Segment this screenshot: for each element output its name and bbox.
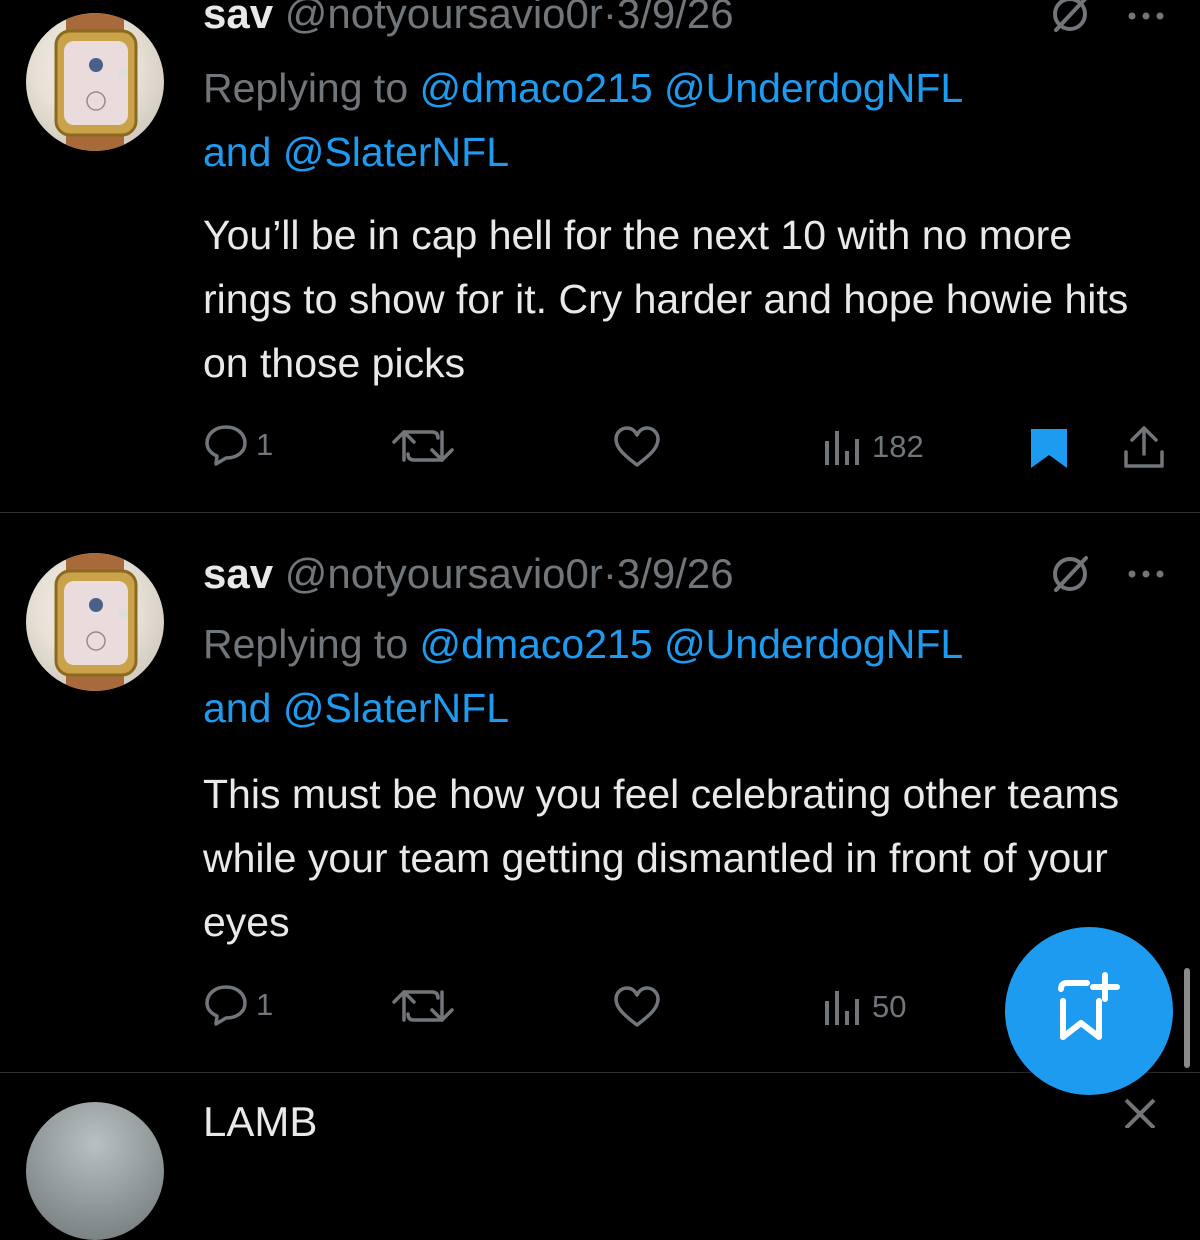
user-handle[interactable]: @notyoursavio0r [285, 550, 603, 597]
repost-icon [392, 430, 454, 462]
like-icon [614, 986, 660, 1027]
display-name[interactable]: LAMB [203, 1098, 317, 1146]
views-icon [825, 991, 859, 1025]
display-name[interactable]: sav [203, 550, 273, 597]
views-icon [825, 431, 859, 465]
tweet-header: sav @notyoursavio0r·3/9/26 [203, 0, 734, 36]
mention-link[interactable]: @SlaterNFL [283, 685, 509, 731]
more-icon[interactable] [1118, 1098, 1162, 1128]
repost-button[interactable] [388, 986, 466, 1026]
separator-dot: · [602, 0, 617, 37]
separator-dot: · [602, 550, 617, 597]
replying-to-label: Replying to [203, 621, 409, 667]
like-button[interactable] [612, 985, 670, 1029]
views-count: 182 [872, 429, 924, 464]
repost-button[interactable] [388, 426, 466, 466]
views-button[interactable]: 50 [822, 987, 906, 1027]
reply-icon [205, 985, 247, 1026]
and-label: and [203, 129, 272, 175]
and-label: and [203, 685, 272, 731]
user-handle[interactable]: @notyoursavio0r [285, 0, 603, 37]
views-button[interactable]: 182 [822, 427, 924, 467]
scrollbar[interactable] [1184, 968, 1190, 1068]
reply-count: 1 [256, 427, 274, 462]
views-count: 50 [872, 989, 907, 1024]
reply-button[interactable]: 1 [204, 424, 273, 466]
grok-icon[interactable] [1048, 0, 1092, 36]
avatar[interactable] [26, 1102, 164, 1240]
reply-icon [205, 425, 247, 466]
mention-link[interactable]: @UnderdogNFL [664, 65, 963, 111]
divider [0, 1072, 1200, 1073]
tweet-date[interactable]: 3/9/26 [617, 550, 734, 597]
replying-to: Replying to @dmaco215 @UnderdogNFL and @… [203, 56, 1163, 184]
tweet-text: This must be how you feel celebrating ot… [203, 771, 1120, 945]
tweet-text: You’ll be in cap hell for the next 10 wi… [203, 212, 1129, 386]
mention-link[interactable]: @dmaco215 [420, 621, 653, 667]
grok-icon[interactable] [1048, 552, 1092, 596]
replying-to: Replying to @dmaco215 @UnderdogNFL and @… [203, 612, 1163, 740]
replying-to-label: Replying to [203, 65, 409, 111]
tweet-date[interactable]: 3/9/26 [617, 0, 734, 37]
mention-link[interactable]: @dmaco215 [420, 65, 653, 111]
reply-button[interactable]: 1 [204, 984, 273, 1026]
compose-button[interactable] [1005, 927, 1173, 1095]
avatar[interactable] [26, 13, 164, 151]
like-icon [614, 426, 660, 467]
reply-count: 1 [256, 987, 274, 1022]
bookmark-icon[interactable] [1027, 426, 1071, 470]
compose-icon [1058, 972, 1120, 1040]
mention-link[interactable]: @SlaterNFL [283, 129, 509, 175]
more-icon[interactable] [1124, 564, 1168, 584]
share-icon[interactable] [1120, 424, 1168, 470]
divider [0, 512, 1200, 513]
tweet-header: sav @notyoursavio0r·3/9/26 [203, 552, 734, 596]
mention-link[interactable]: @UnderdogNFL [664, 621, 963, 667]
more-icon[interactable] [1124, 6, 1168, 26]
display-name[interactable]: sav [203, 0, 273, 37]
like-button[interactable] [612, 425, 670, 469]
repost-icon [392, 990, 454, 1022]
avatar[interactable] [26, 553, 164, 691]
